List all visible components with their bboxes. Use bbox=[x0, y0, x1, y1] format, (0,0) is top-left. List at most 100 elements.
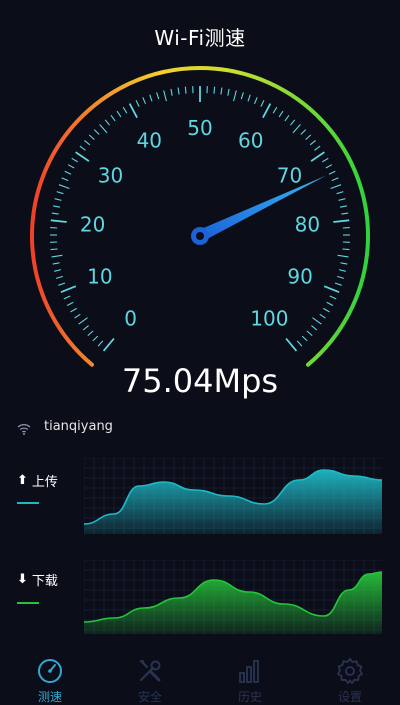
wifi-icon bbox=[17, 420, 31, 432]
gauge-minor-tick bbox=[62, 178, 68, 181]
gauge-minor-tick bbox=[306, 135, 311, 140]
gauge-tick-label: 100 bbox=[250, 307, 288, 331]
gauge-minor-tick bbox=[261, 100, 264, 106]
gauge-major-tick bbox=[263, 104, 271, 118]
gauge-minor-tick bbox=[248, 95, 250, 102]
gauge-minor-tick bbox=[57, 192, 64, 194]
gauge-minor-tick bbox=[58, 283, 65, 285]
gauge-minor-tick bbox=[320, 314, 326, 318]
gauge-minor-tick bbox=[335, 283, 342, 285]
gauge-minor-tick bbox=[185, 87, 186, 94]
gauge-minor-tick bbox=[255, 97, 258, 104]
gauge-minor-tick bbox=[68, 165, 74, 168]
gauge-minor-tick bbox=[53, 206, 60, 207]
upload-speed-graph bbox=[84, 458, 382, 534]
gauge-minor-tick bbox=[71, 308, 77, 312]
upload-underline bbox=[17, 502, 39, 504]
gauge-major-tick bbox=[333, 220, 349, 222]
gauge-minor-tick bbox=[54, 270, 61, 272]
gauge-minor-tick bbox=[75, 314, 81, 318]
gauge-minor-tick bbox=[339, 199, 346, 201]
gauge-minor-tick bbox=[273, 107, 277, 113]
gauge-tick-label: 20 bbox=[80, 213, 105, 237]
gauge-minor-tick bbox=[323, 308, 329, 312]
gauge-minor-tick bbox=[337, 192, 344, 194]
gauge-minor-tick bbox=[342, 249, 349, 250]
upload-label: ⬆ 上传 bbox=[17, 471, 58, 490]
gauge-minor-tick bbox=[84, 140, 89, 144]
gauge-minor-tick bbox=[136, 100, 139, 106]
gauge-minor-tick bbox=[234, 91, 237, 102]
gauge-tick-label: 40 bbox=[137, 129, 162, 153]
upload-label-text: 上传 bbox=[32, 471, 58, 490]
gauge-minor-tick bbox=[53, 263, 60, 264]
gauge-minor-tick bbox=[98, 341, 103, 346]
gauge-minor-tick bbox=[51, 249, 58, 250]
gauge-minor-tick bbox=[80, 146, 86, 150]
page-title: Wi-Fi测速 bbox=[0, 22, 400, 51]
gauge-minor-tick bbox=[123, 107, 127, 113]
gauge-minor-tick bbox=[65, 171, 71, 174]
download-underline bbox=[17, 602, 39, 604]
gauge-tick-label: 60 bbox=[238, 129, 263, 153]
tools-icon bbox=[135, 656, 165, 686]
gauge-tick-label: 50 bbox=[187, 116, 212, 140]
download-label-text: 下载 bbox=[32, 570, 58, 589]
bar-chart-icon bbox=[235, 656, 265, 686]
gauge-tick-label: 10 bbox=[87, 265, 112, 289]
tab-security[interactable]: 安全 bbox=[100, 650, 200, 705]
gauge-minor-tick bbox=[307, 331, 312, 336]
tab-settings[interactable]: 设置 bbox=[300, 650, 400, 705]
gauge-minor-tick bbox=[55, 199, 62, 201]
gauge-major-tick bbox=[51, 220, 67, 222]
gauge-major-tick bbox=[104, 339, 114, 351]
gauge-major-tick bbox=[130, 104, 138, 118]
arrow-up-icon: ⬆ bbox=[17, 473, 28, 488]
gauge-minor-tick bbox=[72, 158, 78, 162]
gauge-minor-tick bbox=[64, 296, 70, 299]
gauge-minor-tick bbox=[341, 213, 348, 214]
gauge-minor-tick bbox=[143, 97, 146, 104]
gauge-minor-tick bbox=[341, 263, 348, 264]
tab-history[interactable]: 历史 bbox=[200, 650, 300, 705]
gauge-minor-tick bbox=[313, 318, 322, 325]
tab-label: 设置 bbox=[338, 688, 362, 705]
gauge-minor-tick bbox=[67, 302, 73, 305]
gauge-minor-tick bbox=[332, 178, 339, 181]
gauge-minor-tick bbox=[311, 326, 317, 330]
gauge-major-tick bbox=[324, 286, 339, 292]
gauge-minor-tick bbox=[301, 130, 306, 135]
speedometer-icon bbox=[35, 656, 65, 686]
gauge-tick-label: 90 bbox=[287, 265, 312, 289]
gauge-minor-tick bbox=[315, 146, 321, 150]
speed-readout: 75.04Mps bbox=[0, 362, 400, 400]
gauge-minor-tick bbox=[331, 185, 341, 189]
gauge-major-tick bbox=[76, 152, 89, 161]
gauge-minor-tick bbox=[297, 341, 302, 346]
gauge-tick-label: 80 bbox=[295, 213, 320, 237]
gauge-minor-tick bbox=[89, 135, 94, 140]
gauge-minor-tick bbox=[94, 130, 99, 135]
gauge-minor-tick bbox=[100, 125, 107, 133]
gauge-minor-tick bbox=[279, 111, 283, 117]
graph-area bbox=[84, 470, 382, 534]
tab-label: 安全 bbox=[138, 688, 162, 705]
gauge-minor-tick bbox=[302, 336, 307, 341]
gauge-minor-tick bbox=[117, 111, 121, 117]
gauge-minor-tick bbox=[214, 87, 215, 94]
tab-label: 测速 bbox=[38, 688, 62, 705]
gauge-major-tick bbox=[61, 286, 76, 292]
gauge-major-tick bbox=[286, 339, 296, 351]
gauge-minor-tick bbox=[338, 255, 349, 257]
gauge-minor-tick bbox=[285, 115, 289, 121]
gauge-minor-tick bbox=[83, 326, 89, 330]
gauge-minor-tick bbox=[228, 89, 229, 96]
network-info: tianqiyang bbox=[17, 416, 113, 436]
gauge-major-tick bbox=[311, 152, 324, 161]
tab-speedtest[interactable]: 测速 bbox=[0, 650, 100, 705]
gauge-minor-tick bbox=[157, 92, 159, 99]
gauge-minor-tick bbox=[293, 125, 300, 133]
gauge-minor-tick bbox=[56, 276, 63, 278]
tab-label: 历史 bbox=[238, 688, 262, 705]
gauge-minor-tick bbox=[150, 95, 152, 102]
